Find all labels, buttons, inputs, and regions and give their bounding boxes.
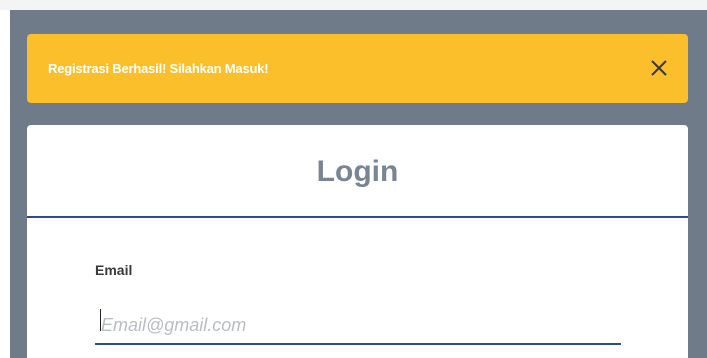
alert-message: Registrasi Berhasil! Silahkan Masuk! [48,61,269,76]
page-title: Login [316,155,399,188]
email-label: Email [95,262,133,278]
page-top-strip [0,0,707,10]
close-icon[interactable] [648,57,670,79]
login-card: Login Email [27,125,688,358]
login-card-header: Login [27,125,688,218]
text-caret [100,309,101,331]
success-alert: Registrasi Berhasil! Silahkan Masuk! [27,34,688,103]
email-field[interactable] [95,307,621,345]
